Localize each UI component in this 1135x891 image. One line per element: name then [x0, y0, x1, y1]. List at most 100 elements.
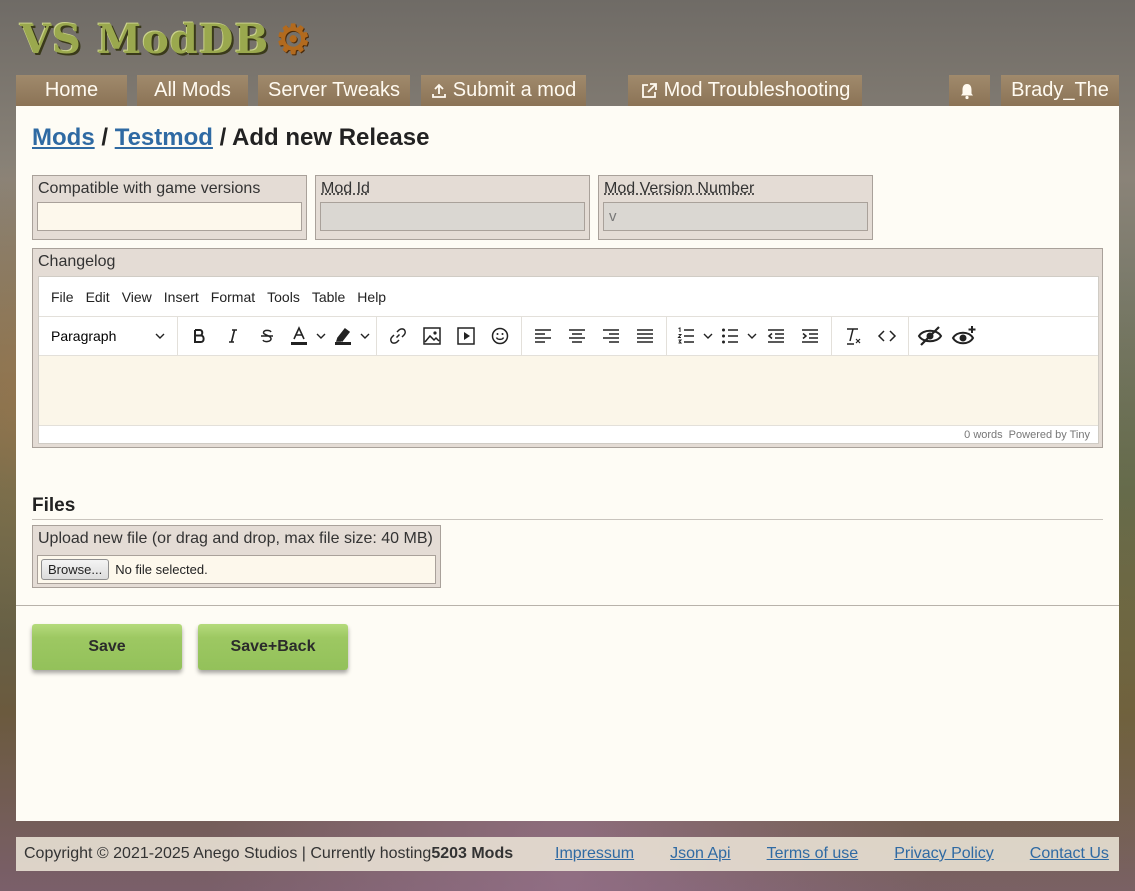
file-status: No file selected. — [115, 562, 208, 577]
source-code-button[interactable] — [870, 319, 904, 353]
changelog-field: Changelog File Edit View Insert Format T… — [32, 248, 1103, 448]
game-versions-field: Compatible with game versions — [32, 175, 307, 240]
code-icon — [877, 330, 897, 342]
main-nav: Home All Mods Server Tweaks Submit a mod… — [16, 75, 1119, 106]
footer-link-contact[interactable]: Contact Us — [1030, 845, 1109, 863]
save-back-button[interactable]: Save+Back — [198, 624, 348, 670]
bold-icon — [194, 329, 205, 343]
spoiler-hide-button[interactable] — [913, 319, 947, 353]
eye-plus-icon — [951, 326, 976, 345]
changelog-edit-area[interactable] — [39, 356, 1098, 425]
align-right-button[interactable] — [594, 319, 628, 353]
media-button[interactable] — [449, 319, 483, 353]
word-count[interactable]: 0 words — [964, 429, 1003, 441]
breadcrumb: Mods / Testmod / Add new Release — [32, 124, 429, 152]
align-justify-button[interactable] — [628, 319, 662, 353]
game-versions-input[interactable] — [37, 202, 302, 231]
indent-icon — [802, 329, 818, 343]
logo-text: VS ModDB — [20, 15, 270, 63]
nav-server-tweaks[interactable]: Server Tweaks — [258, 75, 410, 106]
file-upload-field: Upload new file (or drag and drop, max f… — [32, 525, 441, 588]
breadcrumb-testmod-link[interactable]: Testmod — [115, 124, 213, 151]
footer-link-json-api[interactable]: Json Api — [670, 845, 730, 863]
menu-file[interactable]: File — [45, 289, 80, 305]
nav-mod-troubleshooting[interactable]: Mod Troubleshooting — [628, 75, 862, 106]
footer: Copyright © 2021-2025 Anego Studios | Cu… — [16, 837, 1119, 871]
menu-format[interactable]: Format — [205, 289, 261, 305]
save-button[interactable]: Save — [32, 624, 182, 670]
bullet-list-dropdown[interactable] — [745, 333, 759, 339]
footer-link-impressum[interactable]: Impressum — [555, 845, 634, 863]
emoticons-button[interactable] — [483, 319, 517, 353]
strikethrough-button[interactable] — [250, 319, 284, 353]
bold-button[interactable] — [182, 319, 216, 353]
notifications-button[interactable] — [949, 75, 990, 106]
chevron-down-icon — [316, 333, 326, 339]
highlight-split — [328, 319, 372, 353]
highlighter-icon — [335, 327, 351, 345]
italic-button[interactable] — [216, 319, 250, 353]
video-icon — [457, 327, 475, 345]
numbered-list-split — [671, 319, 715, 353]
site-logo[interactable]: VS ModDB ⚙ — [20, 14, 312, 64]
align-center-icon — [569, 329, 585, 343]
breadcrumb-mods-link[interactable]: Mods — [32, 124, 95, 151]
align-center-button[interactable] — [560, 319, 594, 353]
editor-menubar: File Edit View Insert Format Tools Table… — [39, 277, 1098, 316]
text-color-dropdown[interactable] — [314, 333, 328, 339]
nav-troubleshooting-label: Mod Troubleshooting — [663, 79, 851, 101]
outdent-button[interactable] — [759, 319, 793, 353]
spoiler-add-button[interactable] — [947, 319, 981, 353]
outdent-icon — [767, 329, 784, 343]
menu-table[interactable]: Table — [306, 289, 351, 305]
breadcrumb-separator: / — [212, 124, 233, 151]
emoji-icon — [491, 327, 509, 345]
highlight-button[interactable] — [328, 319, 358, 353]
text-color-icon — [291, 326, 307, 345]
mod-version-label: Mod Version Number — [604, 180, 755, 197]
bullet-list-button[interactable] — [715, 319, 745, 353]
mod-count: 5203 Mods — [431, 845, 514, 862]
footer-link-privacy[interactable]: Privacy Policy — [894, 845, 994, 863]
numbered-list-button[interactable] — [671, 319, 701, 353]
user-menu[interactable]: Brady_The — [1001, 75, 1119, 106]
text-color-button[interactable] — [284, 319, 314, 353]
chevron-down-icon — [747, 333, 757, 339]
powered-by-link[interactable]: Powered by Tiny — [1009, 429, 1090, 441]
menu-view[interactable]: View — [116, 289, 158, 305]
editor-toolbar: Paragraph — [39, 316, 1098, 356]
image-icon — [423, 327, 441, 345]
rich-text-editor: File Edit View Insert Format Tools Table… — [38, 276, 1099, 444]
nav-home[interactable]: Home — [16, 75, 127, 106]
link-button[interactable] — [381, 319, 415, 353]
footer-link-terms[interactable]: Terms of use — [767, 845, 859, 863]
mod-version-field: Mod Version Number — [598, 175, 873, 240]
files-heading: Files — [32, 495, 1103, 520]
browse-button[interactable]: Browse... — [41, 559, 110, 580]
italic-icon — [229, 329, 237, 343]
menu-tools[interactable]: Tools — [261, 289, 306, 305]
align-left-button[interactable] — [526, 319, 560, 353]
highlight-dropdown[interactable] — [358, 333, 372, 339]
menu-help[interactable]: Help — [351, 289, 392, 305]
mod-id-input — [320, 202, 585, 231]
indent-button[interactable] — [793, 319, 827, 353]
clear-formatting-icon — [847, 328, 861, 345]
nav-all-mods[interactable]: All Mods — [137, 75, 248, 106]
text-color-split — [284, 319, 328, 353]
chevron-down-icon — [703, 333, 713, 339]
mod-version-input — [603, 202, 868, 231]
file-input[interactable]: Browse... No file selected. — [37, 555, 436, 584]
nav-submit-mod[interactable]: Submit a mod — [421, 75, 586, 106]
strikethrough-icon — [261, 329, 273, 343]
bullet-list-icon — [722, 328, 738, 344]
clear-formatting-button[interactable] — [836, 319, 870, 353]
menu-edit[interactable]: Edit — [80, 289, 116, 305]
image-button[interactable] — [415, 319, 449, 353]
footer-links: Impressum Json Api Terms of use Privacy … — [555, 837, 1109, 871]
block-format-select[interactable]: Paragraph — [43, 319, 173, 353]
bell-icon — [960, 83, 973, 99]
menu-insert[interactable]: Insert — [158, 289, 205, 305]
eye-slash-icon — [917, 326, 943, 346]
numbered-list-dropdown[interactable] — [701, 333, 715, 339]
